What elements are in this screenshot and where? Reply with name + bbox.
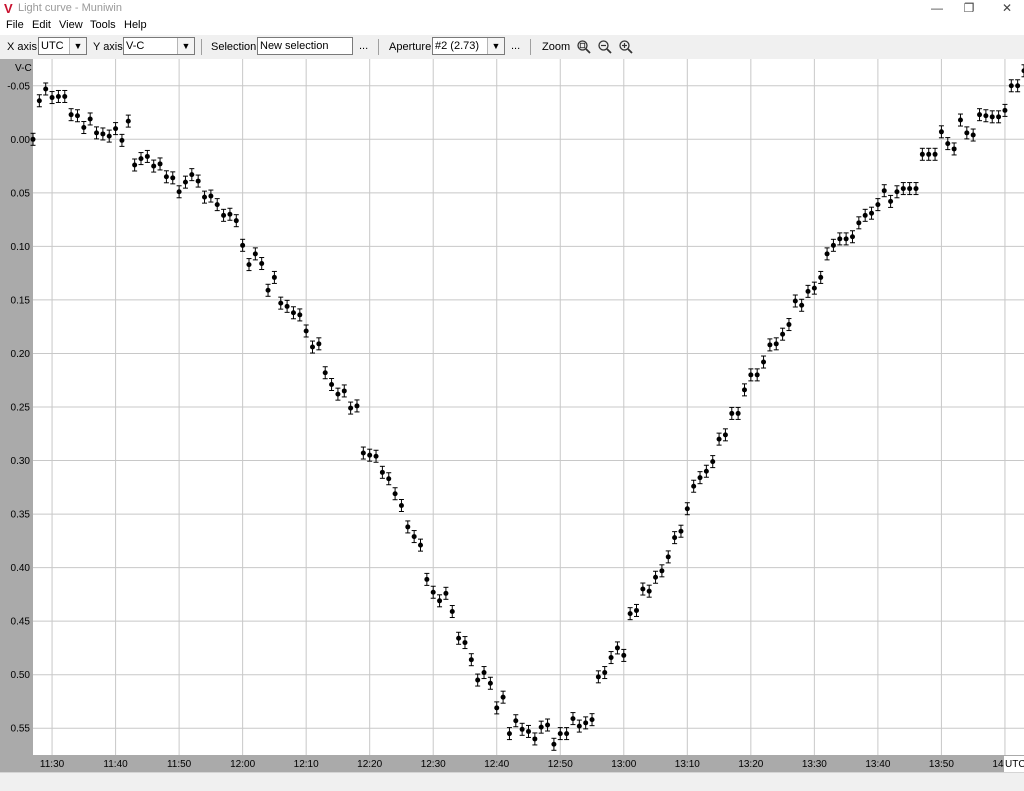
- zoom-out-icon[interactable]: [597, 39, 613, 55]
- chevron-down-icon[interactable]: ▼: [69, 38, 86, 54]
- y-tick-label: 0.00: [11, 135, 31, 146]
- y-tick-label: 0.55: [11, 724, 31, 735]
- y-tick-label: 0.40: [11, 563, 31, 574]
- toolbar-separator: [530, 39, 531, 55]
- x-axis-label: X axis: [7, 41, 37, 53]
- light-curve-chart[interactable]: -0.05 0.00 0.05 0.10 0.15 0.20 0.25 0.30 0.35 0.4…: [0, 59, 1024, 772]
- x-tick-label: 11:50: [167, 759, 192, 770]
- menu-file[interactable]: File: [6, 19, 24, 31]
- aperture-label: Aperture: [389, 41, 431, 53]
- x-axis-value: UTC: [41, 40, 64, 52]
- y-tick-label: 0.15: [11, 295, 31, 306]
- x-tick-label: 13:40: [865, 759, 890, 770]
- x-tick-label: 12:40: [484, 759, 509, 770]
- zoom-in-icon[interactable]: [618, 39, 634, 55]
- restore-button[interactable]: ❐: [952, 0, 986, 17]
- y-axis-value: V-C: [126, 40, 144, 52]
- aperture-select[interactable]: #2 (2.73) ▼: [432, 37, 505, 55]
- aperture-value: #2 (2.73): [435, 40, 479, 52]
- y-tick-label: 0.20: [11, 349, 31, 360]
- title-bar: V Light curve - Muniwin — ❐ ✕: [0, 0, 1024, 17]
- minimize-button[interactable]: —: [920, 0, 954, 17]
- selection-value: New selection: [260, 40, 328, 52]
- menu-help[interactable]: Help: [124, 19, 147, 31]
- selection-label: Selection: [211, 41, 256, 53]
- x-tick-label: 11:40: [103, 759, 128, 770]
- menu-view[interactable]: View: [59, 19, 83, 31]
- zoom-label: Zoom: [542, 41, 570, 53]
- y-tick-label: 0.45: [11, 617, 31, 628]
- x-tick-label: 12:50: [548, 759, 573, 770]
- toolbar-separator: [201, 39, 202, 55]
- x-tick-label: 13:00: [611, 759, 636, 770]
- x-tick-label: 13:30: [802, 759, 827, 770]
- x-tick-label: 13:10: [675, 759, 700, 770]
- chevron-down-icon[interactable]: ▼: [177, 38, 194, 54]
- window-title: Light curve - Muniwin: [18, 2, 122, 14]
- x-tick-label: 13:50: [929, 759, 954, 770]
- menu-bar: File Edit View Tools Help: [0, 17, 1024, 35]
- muniwin-logo-icon: V: [4, 1, 13, 16]
- toolbar: X axis UTC ▼ Y axis V-C ▼ Selection New …: [0, 35, 1024, 59]
- x-tick-label: 11:30: [40, 759, 65, 770]
- horizontal-scrollbar[interactable]: [0, 772, 1024, 791]
- x-tick-label: 12:00: [230, 759, 255, 770]
- x-tick-label: 12:10: [294, 759, 319, 770]
- close-button[interactable]: ✕: [990, 0, 1024, 17]
- chevron-down-icon[interactable]: ▼: [487, 38, 504, 54]
- menu-tools[interactable]: Tools: [90, 19, 116, 31]
- x-tick-label: 13:20: [738, 759, 763, 770]
- selection-more-button[interactable]: ...: [359, 40, 368, 52]
- y-tick-label: -0.05: [7, 81, 30, 92]
- aperture-more-button[interactable]: ...: [511, 40, 520, 52]
- toolbar-separator: [378, 39, 379, 55]
- x-axis-title: UTC: [1005, 759, 1024, 770]
- selection-field[interactable]: New selection: [257, 37, 353, 55]
- y-tick-label: 0.05: [11, 188, 31, 199]
- y-tick-label: 0.25: [11, 403, 31, 414]
- y-axis-select[interactable]: V-C ▼: [123, 37, 195, 55]
- y-axis-title: V-C: [15, 63, 32, 74]
- y-axis-label: Y axis: [93, 41, 123, 53]
- y-tick-label: 0.35: [11, 510, 31, 521]
- x-tick-label: 12:30: [421, 759, 446, 770]
- y-tick-label: 0.10: [11, 242, 31, 253]
- x-axis-select[interactable]: UTC ▼: [38, 37, 87, 55]
- zoom-fit-icon[interactable]: [576, 39, 592, 55]
- menu-edit[interactable]: Edit: [32, 19, 51, 31]
- x-tick-label: 12:20: [357, 759, 382, 770]
- y-tick-label: 0.50: [11, 670, 31, 681]
- y-tick-label: 0.30: [11, 456, 31, 467]
